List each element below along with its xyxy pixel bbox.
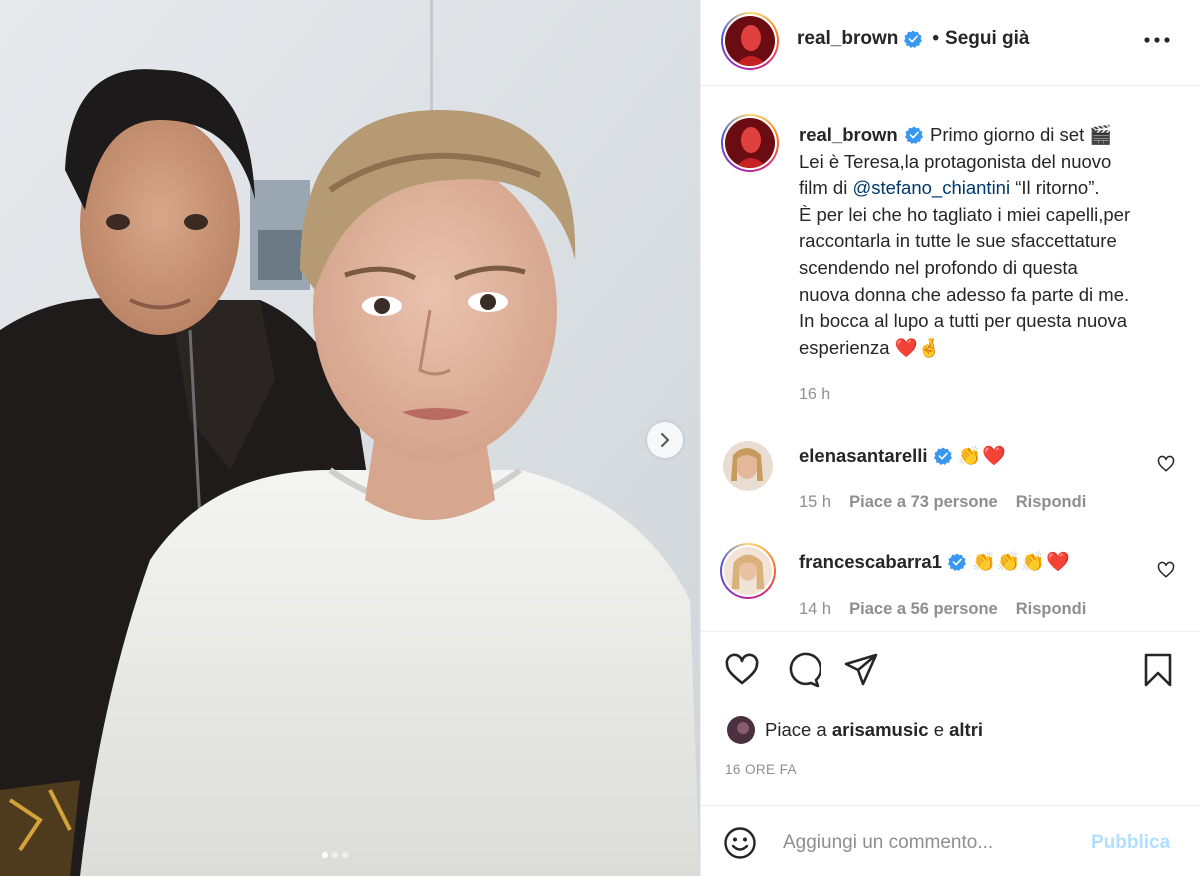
verified-badge-icon — [947, 552, 966, 571]
caption-author-avatar[interactable] — [721, 114, 779, 172]
caption-line: scendendo nel profondo di questa — [799, 256, 1078, 278]
next-photo-button[interactable] — [647, 422, 683, 458]
comment-likes[interactable]: Piace a 56 persone — [849, 600, 998, 619]
comment-input[interactable] — [783, 828, 1073, 858]
comment-time[interactable]: 15 h — [799, 493, 831, 512]
comment-likes[interactable]: Piace a 73 persone — [849, 493, 998, 512]
reply-button[interactable]: Rispondi — [1016, 493, 1087, 512]
carousel-dot — [342, 852, 348, 858]
caption-line: È per lei che ho tagliato i miei capelli… — [799, 203, 1131, 225]
carousel-indicator — [322, 852, 348, 858]
emoji-icon[interactable] — [723, 826, 757, 860]
mention-link[interactable]: @stefano_chiantini — [852, 177, 1010, 198]
comment-item: elenasantarelli 👏❤️ 15 h Piace a 73 pers… — [701, 436, 1200, 536]
comment-header: francescabarra1 👏👏👏❤️ — [799, 550, 1071, 574]
chevron-right-icon — [661, 433, 669, 447]
commenter-avatar[interactable] — [720, 543, 776, 599]
caption-line: In bocca al lupo a tutti per questa nuov… — [799, 310, 1128, 332]
comment-time[interactable]: 14 h — [799, 600, 831, 619]
commenter-username[interactable]: elenasantarelli — [799, 445, 928, 467]
verified-badge-icon — [933, 446, 952, 465]
caption-line: Lei è Teresa,la protagonista del nuovo — [799, 150, 1112, 172]
action-bar — [701, 631, 1200, 708]
carousel-dot — [322, 852, 328, 858]
more-options-icon[interactable] — [1141, 28, 1173, 52]
carousel-dot — [332, 852, 338, 858]
post-image — [0, 0, 700, 876]
post-photo[interactable] — [0, 0, 700, 876]
caption-username[interactable]: real_brown — [799, 124, 898, 145]
comment-header: elenasantarelli 👏❤️ — [799, 444, 1007, 468]
heart-icon[interactable] — [1157, 561, 1175, 579]
caption-timestamp[interactable]: 16 h — [799, 386, 830, 404]
commenter-avatar[interactable] — [723, 441, 773, 491]
caption-line: nuova donna che adesso fa parte di me. — [799, 283, 1130, 305]
comment-item: francescabarra1 👏👏👏❤️ 14 h Piace a 56 pe… — [701, 542, 1200, 642]
reply-button[interactable]: Rispondi — [1016, 600, 1087, 619]
avatar-image — [724, 547, 772, 595]
likes-conjunction: e — [933, 719, 944, 740]
header-separator: • — [932, 28, 940, 49]
author-row: real_brown • Segui già — [797, 28, 1030, 50]
caption-line: “Il ritorno”. — [1010, 177, 1100, 199]
likes-summary: Piace a arisamusic e altri — [727, 716, 983, 744]
verified-badge-icon — [904, 30, 923, 48]
likes-prefix: Piace a — [765, 719, 827, 740]
caption-line: raccontarla in tutte le sue sfaccettatur… — [799, 230, 1117, 252]
likes-others-link[interactable]: altri — [949, 719, 983, 740]
heart-icon[interactable] — [1157, 455, 1175, 473]
liker-avatar[interactable] — [727, 716, 755, 744]
avatar-image — [725, 118, 775, 168]
author-avatar[interactable] — [721, 12, 779, 70]
following-button[interactable]: Segui già — [945, 28, 1029, 50]
share-icon[interactable] — [843, 652, 879, 688]
avatar-image — [723, 441, 773, 491]
comment-text: 👏👏👏❤️ — [971, 551, 1071, 573]
comment-meta: 14 h Piace a 56 persone Rispondi — [799, 600, 1086, 619]
commenter-username[interactable]: francescabarra1 — [799, 551, 942, 573]
comment-icon[interactable] — [785, 652, 821, 688]
verified-badge-icon — [904, 126, 923, 144]
bookmark-icon[interactable] — [1140, 652, 1176, 688]
caption-line: film di — [799, 177, 853, 199]
heart-icon[interactable] — [724, 652, 760, 688]
author-username[interactable]: real_brown — [797, 28, 898, 50]
caption-line: Primo giorno di set 🎬 — [929, 124, 1113, 145]
caption-line: esperienza ❤️🤞 — [799, 336, 941, 358]
comment-meta: 15 h Piace a 73 persone Rispondi — [799, 493, 1086, 512]
publish-button[interactable]: Pubblica — [1091, 832, 1170, 854]
avatar-image — [727, 716, 755, 744]
post-sidebar: real_brown • Segui già real_brown Primo … — [700, 0, 1200, 876]
comment-text: 👏❤️ — [957, 445, 1007, 467]
post-caption: real_brown Primo giorno di set 🎬 Lei è T… — [799, 122, 1184, 361]
comments-section: real_brown Primo giorno di set 🎬 Lei è T… — [701, 86, 1200, 631]
avatar-image — [725, 16, 775, 66]
post-header: real_brown • Segui già — [701, 0, 1200, 86]
post-age[interactable]: 16 ORE FA — [725, 762, 797, 777]
add-comment-bar: Pubblica — [701, 805, 1200, 876]
liker-username[interactable]: arisamusic — [832, 719, 929, 740]
